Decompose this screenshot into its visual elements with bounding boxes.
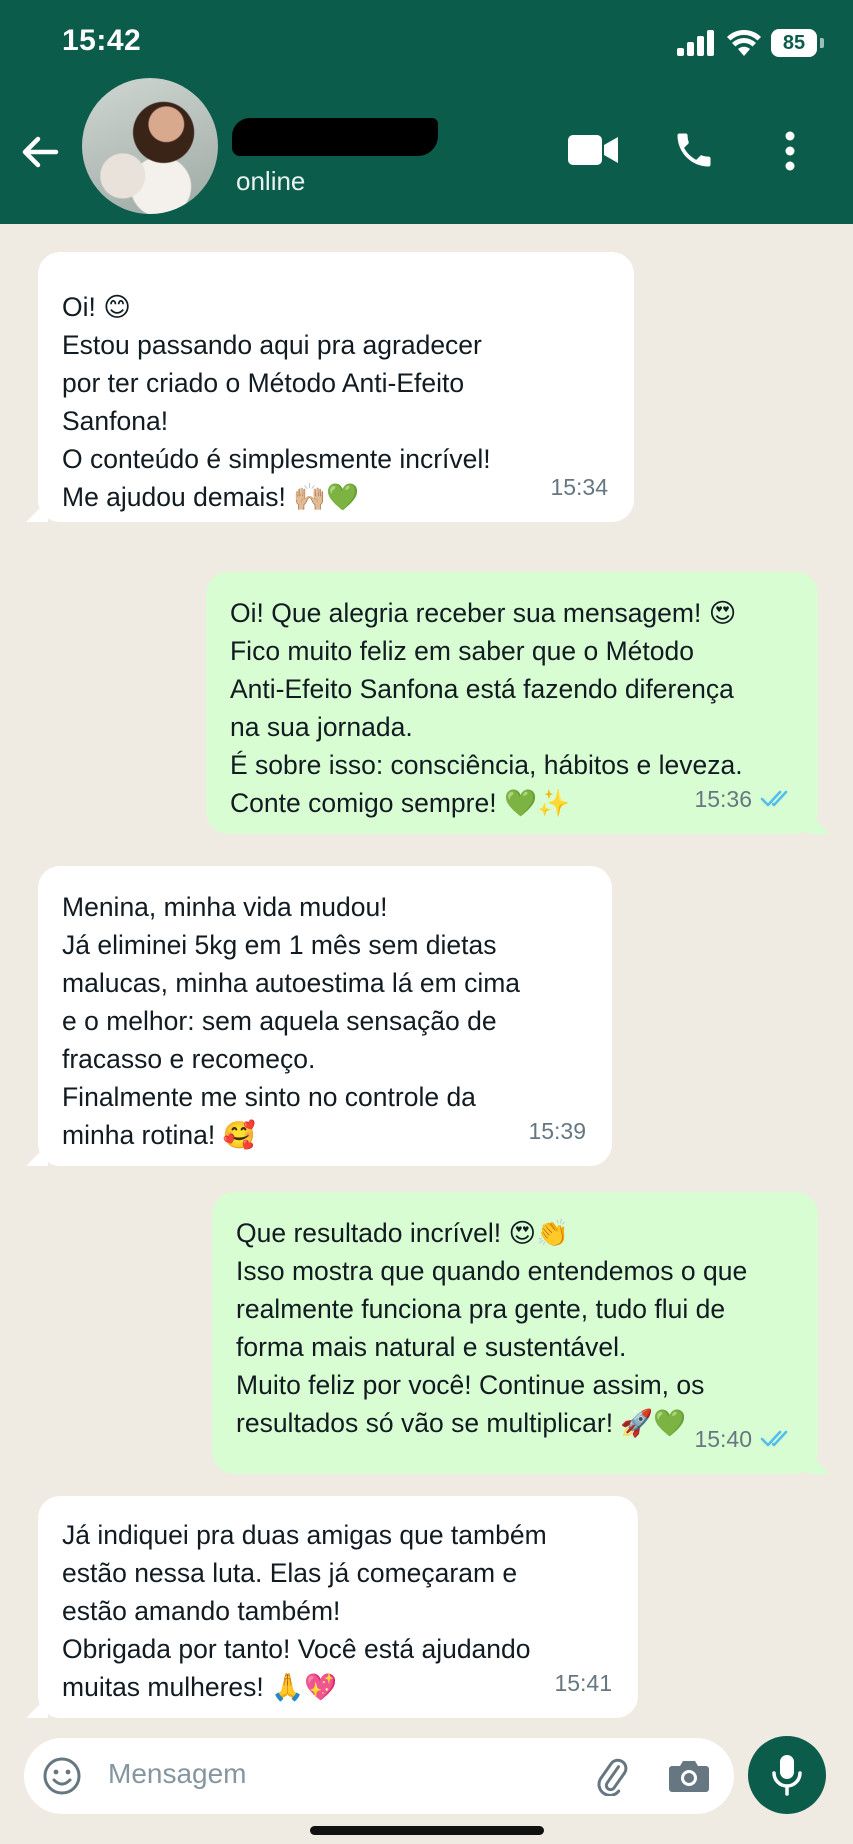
mic-button[interactable] bbox=[748, 1736, 826, 1814]
phone-icon[interactable] bbox=[672, 128, 716, 172]
contact-name-redacted[interactable] bbox=[232, 118, 438, 156]
message-input-bar[interactable]: Mensagem bbox=[24, 1738, 734, 1814]
chat-header: 15:42 85 online bbox=[0, 0, 853, 224]
message-input[interactable]: Mensagem bbox=[108, 1758, 247, 1790]
message-meta: 15:34 bbox=[550, 468, 608, 506]
message-time: 15:39 bbox=[528, 1118, 586, 1144]
more-vertical-icon[interactable] bbox=[780, 130, 800, 172]
bubble-tail bbox=[26, 1144, 48, 1166]
back-arrow-icon[interactable] bbox=[16, 128, 64, 176]
message-incoming[interactable]: Oi! 😊 Estou passando aqui pra agradecer … bbox=[26, 252, 634, 522]
message-meta: 15:41 bbox=[554, 1664, 612, 1702]
message-text: Que resultado incrível! 😍👏 Isso mostra q… bbox=[236, 1218, 748, 1438]
battery-icon: 85 bbox=[771, 29, 824, 57]
message-outgoing[interactable]: Que resultado incrível! 😍👏 Isso mostra q… bbox=[212, 1192, 830, 1474]
message-incoming[interactable]: Já indiquei pra duas amigas que também e… bbox=[26, 1496, 638, 1718]
message-time: 15:40 bbox=[694, 1426, 752, 1452]
message-meta: 15:36 bbox=[694, 780, 792, 818]
message-time: 15:41 bbox=[554, 1670, 612, 1696]
wifi-icon bbox=[727, 30, 761, 56]
bubble-tail bbox=[26, 500, 48, 522]
contact-avatar[interactable] bbox=[82, 78, 218, 214]
bubble-tail bbox=[26, 1696, 48, 1718]
home-indicator bbox=[310, 1826, 544, 1835]
message-meta: 15:40 bbox=[694, 1420, 792, 1458]
status-time: 15:42 bbox=[62, 24, 142, 57]
signal-icon bbox=[677, 30, 714, 56]
chat-area[interactable]: Oi! 😊 Estou passando aqui pra agradecer … bbox=[0, 224, 853, 1744]
mic-icon bbox=[772, 1755, 802, 1796]
attach-icon[interactable] bbox=[592, 1756, 632, 1796]
message-time: 15:36 bbox=[694, 786, 752, 812]
message-meta: 15:39 bbox=[528, 1112, 586, 1150]
message-text: Oi! 😊 Estou passando aqui pra agradecer … bbox=[62, 292, 491, 512]
read-ticks-icon bbox=[760, 1430, 788, 1447]
status-icons: 85 bbox=[677, 26, 824, 60]
read-ticks-icon bbox=[760, 790, 788, 807]
camera-icon[interactable] bbox=[668, 1756, 710, 1794]
message-text: Já indiquei pra duas amigas que também e… bbox=[62, 1520, 547, 1702]
message-incoming[interactable]: Menina, minha vida mudou! Já eliminei 5k… bbox=[26, 866, 612, 1166]
message-time: 15:34 bbox=[550, 474, 608, 500]
emoji-icon[interactable] bbox=[42, 1756, 82, 1796]
message-outgoing[interactable]: Oi! Que alegria receber sua mensagem! 😍 … bbox=[206, 572, 830, 834]
bubble-tail bbox=[808, 1452, 830, 1474]
video-call-icon[interactable] bbox=[568, 132, 620, 168]
message-text: Menina, minha vida mudou! Já eliminei 5k… bbox=[62, 892, 521, 1150]
bubble-tail bbox=[808, 812, 830, 834]
contact-status: online bbox=[236, 166, 306, 196]
